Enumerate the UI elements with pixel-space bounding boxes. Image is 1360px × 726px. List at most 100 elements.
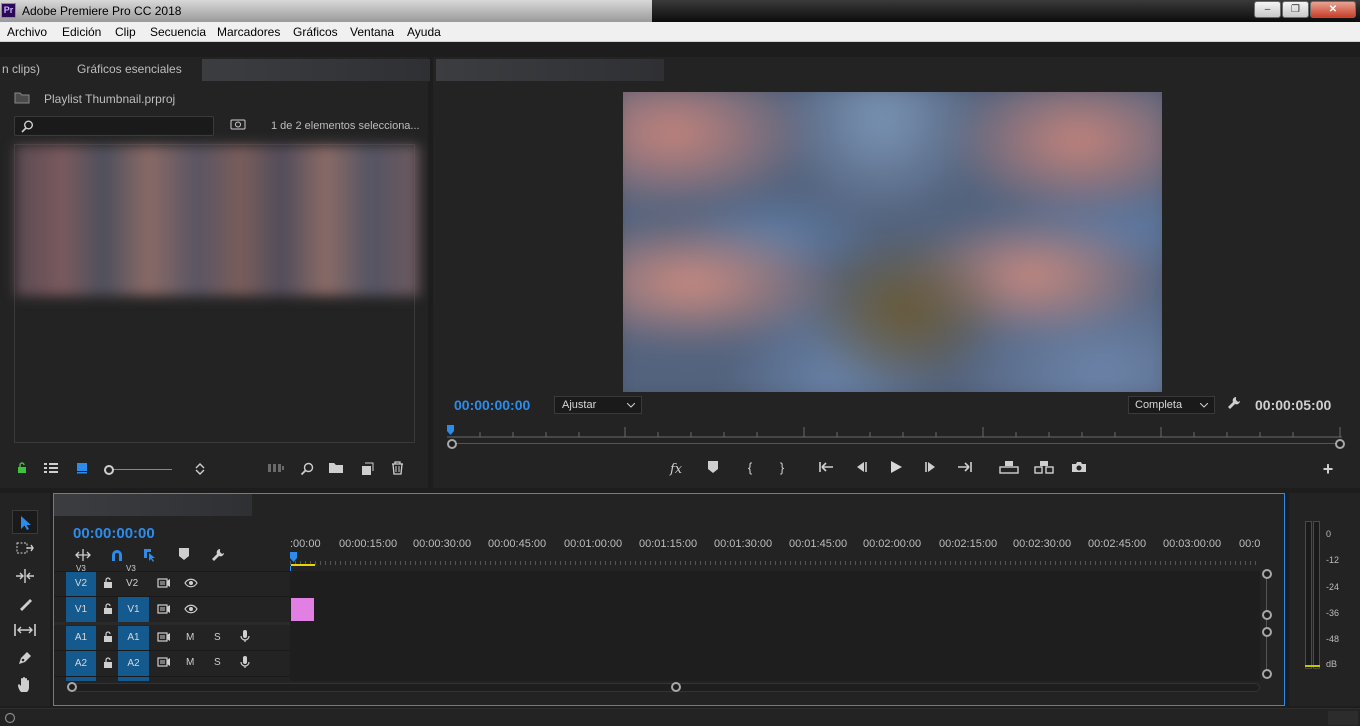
h-scroll-handle-left[interactable]: [67, 682, 77, 692]
track-target-v2[interactable]: V2: [126, 578, 138, 589]
track-target-a2[interactable]: A2: [118, 651, 149, 676]
track-target-v1[interactable]: V1: [118, 597, 149, 622]
tab-clips[interactable]: n clips): [2, 62, 40, 76]
menu-archivo[interactable]: Archivo: [7, 25, 47, 39]
horizontal-scrollbar[interactable]: [72, 683, 1260, 692]
menu-graficos[interactable]: Gráficos: [293, 25, 338, 39]
microphone-icon[interactable]: [238, 629, 252, 647]
search-input[interactable]: [14, 116, 214, 136]
linked-selection-icon[interactable]: [141, 548, 159, 566]
list-view-icon[interactable]: [42, 462, 60, 478]
fit-dropdown[interactable]: Ajustar: [554, 396, 642, 414]
video-scroll-handle-bottom[interactable]: [1262, 610, 1272, 620]
pen-tool-icon[interactable]: [15, 650, 35, 670]
find-icon[interactable]: [230, 118, 246, 134]
zoom-slider[interactable]: [104, 465, 172, 475]
wrench-icon[interactable]: [1226, 396, 1242, 414]
mark-in-icon[interactable]: {: [743, 460, 757, 476]
ruler-label: 00:01:30:00: [714, 538, 773, 550]
menu-ventana[interactable]: Ventana: [350, 25, 394, 39]
trash-icon[interactable]: [388, 461, 406, 479]
add-button-icon[interactable]: +: [1320, 460, 1336, 478]
menu-edicion[interactable]: Edición: [62, 25, 101, 39]
ruler-label: 00:02:30:00: [1013, 538, 1072, 550]
slip-tool-icon[interactable]: [13, 623, 37, 641]
hand-tool-icon[interactable]: [15, 676, 35, 698]
sync-lock-icon[interactable]: [155, 602, 173, 618]
lock-icon[interactable]: [14, 462, 30, 478]
menu-marcadores[interactable]: Marcadores: [217, 25, 280, 39]
mute-button-a1[interactable]: M: [186, 632, 194, 643]
lock-track-icon[interactable]: [101, 576, 115, 592]
step-forward-icon[interactable]: [922, 461, 940, 477]
program-current-time[interactable]: 00:00:00:00: [454, 397, 530, 413]
track-select-tool-icon[interactable]: [15, 542, 35, 558]
new-item-icon[interactable]: [358, 462, 376, 480]
icon-view-icon[interactable]: [74, 462, 90, 478]
video-scroll-handle-top[interactable]: [1262, 569, 1272, 579]
eye-icon[interactable]: [183, 602, 199, 618]
eye-icon[interactable]: [183, 576, 199, 592]
track-partial: [66, 677, 96, 681]
sync-lock-icon[interactable]: [155, 655, 173, 671]
program-scroll-handle-left[interactable]: [447, 439, 457, 449]
restore-button[interactable]: ❐: [1282, 1, 1309, 18]
snap-icon[interactable]: [108, 548, 126, 566]
step-back-icon[interactable]: [852, 461, 870, 477]
program-scroll-handle-right[interactable]: [1335, 439, 1345, 449]
h-scroll-handle-right[interactable]: [671, 682, 681, 692]
search-bin-icon[interactable]: [298, 462, 316, 480]
source-patch-v1[interactable]: V1: [66, 597, 96, 622]
menu-clip[interactable]: Clip: [115, 25, 136, 39]
sync-lock-icon[interactable]: [155, 630, 173, 646]
timeline-ruler[interactable]: [290, 552, 1260, 566]
extract-icon[interactable]: [1033, 460, 1055, 478]
menu-ayuda[interactable]: Ayuda: [407, 25, 441, 39]
effects-button[interactable]: fx: [670, 462, 682, 477]
media-thumbnail[interactable]: [15, 145, 419, 296]
microphone-icon[interactable]: [238, 655, 252, 673]
mark-out-icon[interactable]: }: [775, 460, 789, 476]
go-to-in-icon[interactable]: [818, 461, 836, 477]
sync-lock-icon[interactable]: [155, 576, 173, 592]
audio-scroll-handle-bottom[interactable]: [1262, 669, 1272, 679]
lift-icon[interactable]: [998, 460, 1020, 478]
add-marker-icon[interactable]: [705, 461, 721, 477]
source-patch-a2[interactable]: A2: [66, 651, 96, 676]
lock-track-icon[interactable]: [101, 630, 115, 646]
resolution-dropdown[interactable]: Completa: [1128, 396, 1215, 414]
track-content-area[interactable]: [290, 571, 1260, 681]
mute-button-a2[interactable]: M: [186, 657, 194, 668]
new-bin-icon[interactable]: [327, 462, 345, 478]
add-marker-icon[interactable]: [176, 548, 192, 564]
menu-secuencia[interactable]: Secuencia: [150, 25, 206, 39]
program-time-ruler[interactable]: [447, 424, 1342, 438]
meter-label: -12: [1326, 555, 1340, 565]
play-icon[interactable]: [887, 460, 905, 478]
ruler-label: 00:01:45:00: [789, 538, 848, 550]
meter-label: -36: [1326, 608, 1340, 618]
lock-track-icon[interactable]: [101, 602, 115, 618]
minimize-button[interactable]: ‒: [1254, 1, 1281, 18]
timeline-current-time[interactable]: 00:00:00:00: [73, 525, 155, 542]
title-area: Pr Adobe Premiere Pro CC 2018: [0, 0, 652, 22]
tab-graficos-esenciales[interactable]: Gráficos esenciales: [77, 62, 182, 76]
lock-track-icon[interactable]: [101, 656, 115, 672]
go-to-out-icon[interactable]: [955, 461, 973, 477]
solo-button-a2[interactable]: S: [214, 657, 221, 668]
razor-tool-icon[interactable]: [15, 596, 35, 616]
solo-button-a1[interactable]: S: [214, 632, 221, 643]
ripple-edit-tool-icon[interactable]: [15, 569, 35, 587]
export-frame-icon[interactable]: [1070, 461, 1088, 477]
timeline-settings-icon[interactable]: [209, 548, 227, 566]
source-patch-v2[interactable]: V2: [66, 572, 96, 596]
blurred-frame-content: [623, 92, 1162, 392]
video-clip[interactable]: [291, 598, 314, 621]
close-button[interactable]: ✕: [1310, 1, 1356, 18]
ruler-label: 00:03:00:00: [1163, 538, 1222, 550]
source-patch-a1[interactable]: A1: [66, 626, 96, 650]
selection-tool[interactable]: [12, 510, 38, 534]
sort-icon[interactable]: [192, 462, 208, 480]
track-target-a1[interactable]: A1: [118, 626, 149, 650]
audio-scroll-handle-top[interactable]: [1262, 627, 1272, 637]
